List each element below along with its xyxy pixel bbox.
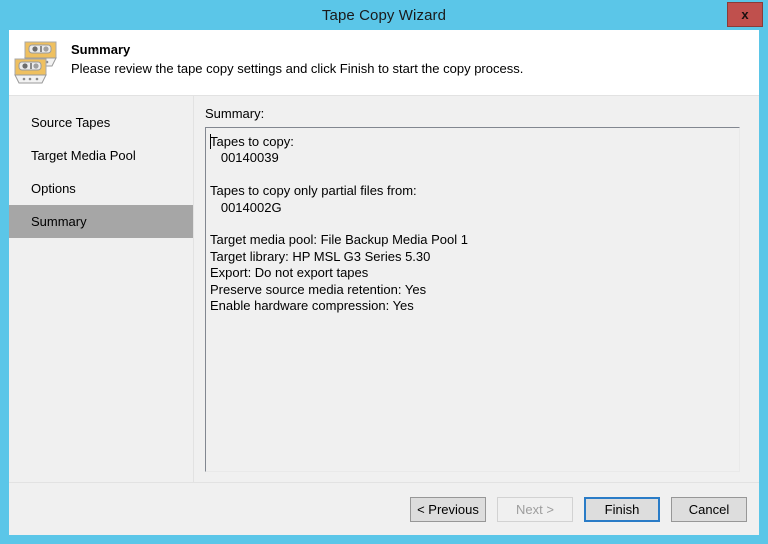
- next-button: Next >: [497, 497, 573, 522]
- wizard-body: Source Tapes Target Media Pool Options S…: [9, 96, 759, 483]
- page-title: Summary: [71, 41, 523, 58]
- sidebar-item-options[interactable]: Options: [9, 172, 193, 205]
- wizard-footer: < Previous Next > Finish Cancel: [9, 483, 759, 535]
- sidebar-item-summary[interactable]: Summary: [9, 205, 193, 238]
- summary-label: Summary:: [205, 106, 740, 122]
- page-subtitle: Please review the tape copy settings and…: [71, 58, 523, 78]
- wizard-header: Summary Please review the tape copy sett…: [9, 31, 759, 96]
- tape-cassette-icon-front: [14, 58, 50, 85]
- window-client-area: Summary Please review the tape copy sett…: [9, 30, 759, 535]
- summary-content: Tapes to copy: 00140039 Tapes to copy on…: [210, 134, 733, 314]
- cancel-button[interactable]: Cancel: [671, 497, 747, 522]
- titlebar: Tape Copy Wizard x: [0, 0, 768, 30]
- finish-button[interactable]: Finish: [584, 497, 660, 522]
- previous-button[interactable]: < Previous: [410, 497, 486, 522]
- close-icon[interactable]: x: [727, 2, 763, 27]
- summary-textbox[interactable]: Tapes to copy: 00140039 Tapes to copy on…: [205, 127, 740, 472]
- header-text-group: Summary Please review the tape copy sett…: [71, 39, 523, 78]
- wizard-content: Summary: Tapes to copy: 00140039 Tapes t…: [194, 96, 759, 482]
- sidebar-item-target-media-pool[interactable]: Target Media Pool: [9, 139, 193, 172]
- wizard-step-nav: Source Tapes Target Media Pool Options S…: [9, 96, 194, 482]
- window-title: Tape Copy Wizard: [322, 7, 446, 24]
- tape-copy-wizard-window: Tape Copy Wizard x: [0, 0, 768, 544]
- sidebar-item-source-tapes[interactable]: Source Tapes: [9, 106, 193, 139]
- header-icon-group: [9, 39, 71, 95]
- text-caret: [210, 134, 211, 149]
